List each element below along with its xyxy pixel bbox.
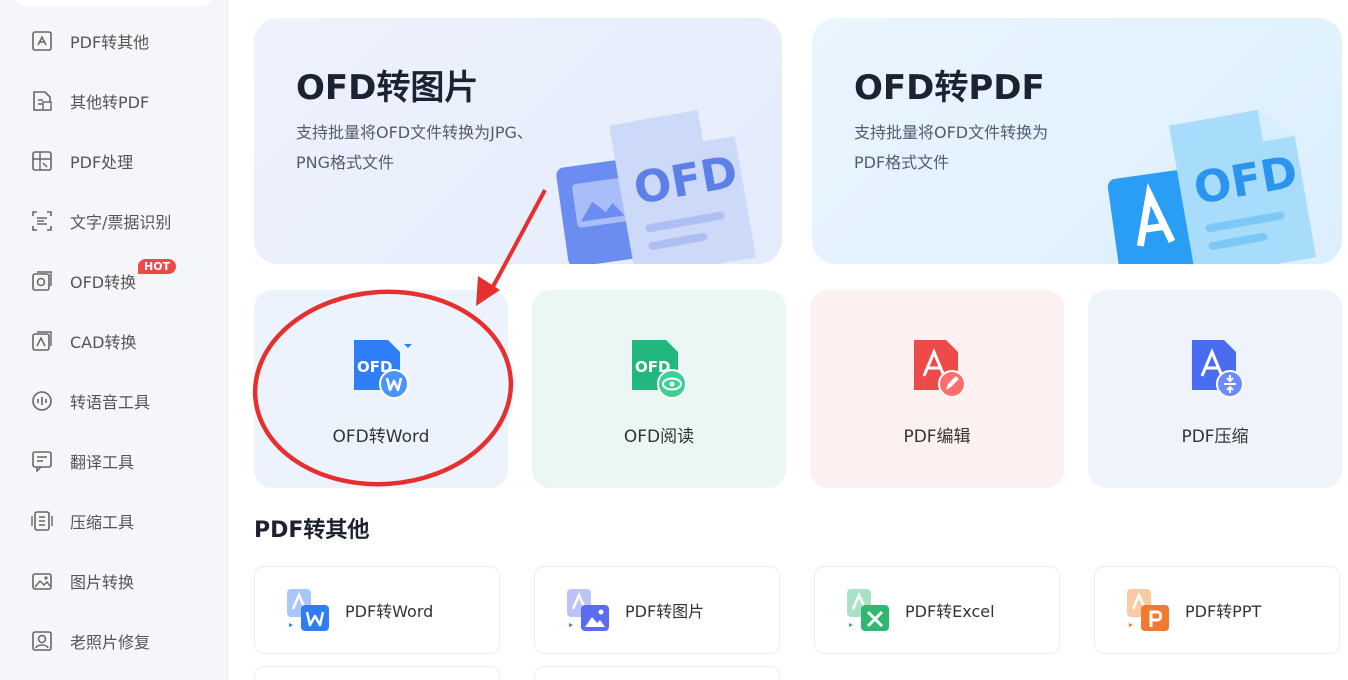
photo-repair-icon	[26, 625, 58, 657]
pdf-to-image-icon	[567, 589, 609, 631]
ofd-to-image-banner[interactable]: OFD转图片 支持批量将OFD文件转换为JPG、PNG格式文件 OFD	[254, 18, 782, 264]
image-convert-icon	[26, 565, 58, 597]
pdf-to-ppt-icon	[1127, 589, 1169, 631]
tile-label: OFD阅读	[623, 427, 695, 447]
sidebar-item-label: 图片转换	[70, 573, 135, 592]
ocr-icon	[26, 205, 58, 237]
tool-label: PDF转Word	[345, 602, 434, 621]
tool-card-partial[interactable]	[254, 666, 500, 680]
pdf-to-excel-icon	[847, 589, 889, 631]
sidebar-item-cad[interactable]: CAD转换	[26, 321, 216, 361]
tile-label: PDF编辑	[903, 427, 971, 447]
ofd-to-image-illustration: OFD	[556, 110, 757, 264]
pdf-process-icon	[26, 145, 58, 177]
hot-badge: HOT	[138, 259, 177, 274]
main-content: OFD转图片 支持批量将OFD文件转换为JPG、PNG格式文件 OFD OFD转…	[228, 0, 1348, 680]
sidebar-item-compress[interactable]: 压缩工具	[26, 501, 216, 541]
sidebar-top-item[interactable]	[14, 0, 212, 6]
ofd-reader-icon: OFD	[632, 340, 687, 399]
ofd-convert-icon	[26, 265, 58, 297]
sidebar-item-photo-repair[interactable]: 老照片修复	[26, 621, 216, 661]
pdf-to-excel-tool[interactable]: PDF转Excel	[814, 566, 1060, 654]
sidebar-item-voice[interactable]: 转语音工具	[26, 381, 216, 421]
sidebar-item-translate[interactable]: 翻译工具	[26, 441, 216, 481]
banner-description: 支持批量将OFD文件转换为PDF格式文件	[854, 123, 1049, 172]
ofd-to-pdf-banner[interactable]: OFD转PDF 支持批量将OFD文件转换为PDF格式文件 OFD	[812, 18, 1342, 264]
pdf-to-ppt-tool[interactable]: PDF转PPT	[1094, 566, 1340, 654]
sidebar-item-label: 老照片修复	[70, 633, 151, 652]
pdf-edit-icon	[914, 340, 966, 398]
pdf-to-word-icon	[287, 589, 329, 631]
pdf-edit-tile[interactable]: PDF编辑	[810, 290, 1064, 488]
section-title: PDF转其他	[254, 518, 370, 543]
ofd-to-word-icon: OFD	[354, 340, 412, 399]
compress-icon	[26, 505, 58, 537]
sidebar-item-label: CAD转换	[70, 333, 137, 352]
ofd-to-pdf-illustration: OFD	[1107, 110, 1317, 264]
sidebar-item-label: 其他转PDF	[70, 93, 150, 112]
pdf-compress-icon	[1192, 340, 1244, 398]
pdf-convert-icon	[26, 25, 58, 57]
banner-description: 支持批量将OFD文件转换为JPG、PNG格式文件	[296, 123, 533, 172]
tool-label: PDF转图片	[625, 602, 705, 621]
sidebar: PDF转其他 其他转PDF PDF处理 文字/票据识别 OFD转换 HOT CA…	[0, 0, 228, 680]
pdf-to-word-tool[interactable]: PDF转Word	[254, 566, 500, 654]
to-pdf-icon	[26, 85, 58, 117]
sidebar-item-image-convert[interactable]: 图片转换	[26, 561, 216, 601]
sidebar-item-pdf-to-other[interactable]: PDF转其他	[26, 21, 216, 61]
sidebar-item-other-to-pdf[interactable]: 其他转PDF	[26, 81, 216, 121]
pdf-compress-tile[interactable]: PDF压缩	[1088, 290, 1342, 488]
tile-label: PDF压缩	[1181, 427, 1249, 447]
sidebar-item-label: PDF转其他	[70, 33, 150, 52]
tool-card-partial[interactable]	[534, 666, 780, 680]
pdf-to-image-tool[interactable]: PDF转图片	[534, 566, 780, 654]
sidebar-item-label: OFD转换	[70, 273, 137, 292]
sidebar-item-label: PDF处理	[70, 153, 134, 172]
tool-label: PDF转PPT	[1185, 602, 1262, 621]
sidebar-item-pdf-process[interactable]: PDF处理	[26, 141, 216, 181]
ofd-to-word-tile[interactable]: OFD OFD转Word	[254, 290, 508, 488]
banner-title: OFD转图片	[296, 68, 479, 108]
sidebar-item-ofd-convert[interactable]: OFD转换 HOT	[26, 259, 216, 301]
voice-icon	[26, 385, 58, 417]
translate-icon	[26, 445, 58, 477]
tile-label: OFD转Word	[332, 427, 430, 447]
sidebar-item-label: 文字/票据识别	[70, 213, 172, 232]
sidebar-item-label: 转语音工具	[70, 393, 151, 412]
ofd-reader-tile[interactable]: OFD OFD阅读	[532, 290, 786, 488]
banner-title: OFD转PDF	[854, 68, 1045, 108]
sidebar-item-ocr[interactable]: 文字/票据识别	[26, 201, 216, 241]
cad-icon	[26, 325, 58, 357]
tool-label: PDF转Excel	[905, 602, 995, 621]
sidebar-item-label: 压缩工具	[70, 513, 135, 532]
sidebar-item-label: 翻译工具	[70, 453, 135, 472]
